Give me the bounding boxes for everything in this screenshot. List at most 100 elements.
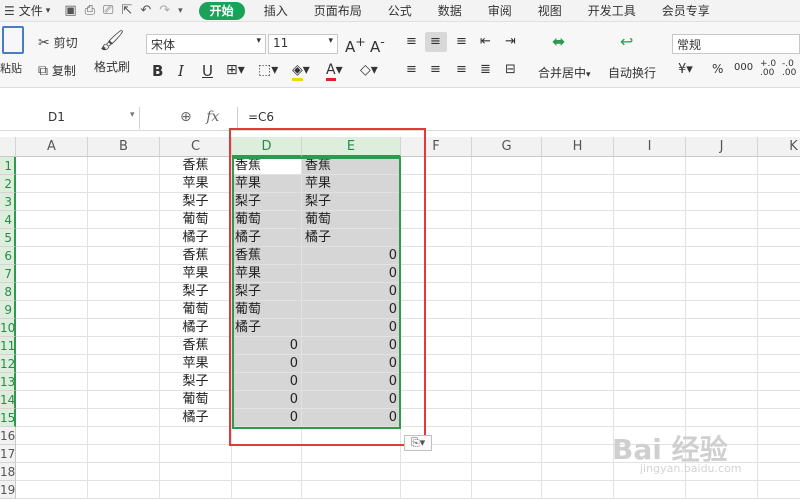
cell-e3[interactable]: 梨子: [302, 193, 401, 211]
column-header-d[interactable]: D: [232, 137, 302, 157]
cell-j2[interactable]: [686, 175, 758, 193]
cell-b14[interactable]: [88, 391, 160, 409]
cell-e5[interactable]: 橘子: [302, 229, 401, 247]
cell-k7[interactable]: [758, 265, 800, 283]
row-header[interactable]: 19: [0, 481, 16, 499]
row-header[interactable]: 10: [0, 319, 16, 337]
cell-i6[interactable]: [614, 247, 686, 265]
cell-g12[interactable]: [472, 355, 542, 373]
cell-b17[interactable]: [88, 445, 160, 463]
cell-j6[interactable]: [686, 247, 758, 265]
cell-e18[interactable]: [302, 463, 401, 481]
cell-j12[interactable]: [686, 355, 758, 373]
align-right-icon[interactable]: ≡: [456, 62, 467, 77]
cell-j8[interactable]: [686, 283, 758, 301]
cell-j3[interactable]: [686, 193, 758, 211]
cell-c17[interactable]: [160, 445, 232, 463]
cell-k8[interactable]: [758, 283, 800, 301]
justify-icon[interactable]: ≣: [480, 62, 491, 77]
cell-e13[interactable]: 0: [302, 373, 401, 391]
cell-a19[interactable]: [16, 481, 88, 499]
cell-e11[interactable]: 0: [302, 337, 401, 355]
cell-e16[interactable]: [302, 427, 401, 445]
cell-k3[interactable]: [758, 193, 800, 211]
cell-b7[interactable]: [88, 265, 160, 283]
cell-h5[interactable]: [542, 229, 614, 247]
cell-f9[interactable]: [401, 301, 472, 319]
cell-f8[interactable]: [401, 283, 472, 301]
cell-h16[interactable]: [542, 427, 614, 445]
align-left-icon[interactable]: ≡: [406, 62, 417, 77]
cell-a5[interactable]: [16, 229, 88, 247]
column-header-a[interactable]: A: [16, 137, 88, 157]
cell-h14[interactable]: [542, 391, 614, 409]
cell-a7[interactable]: [16, 265, 88, 283]
row-header[interactable]: 4: [0, 211, 16, 229]
cell-h1[interactable]: [542, 157, 614, 175]
cell-d4[interactable]: 葡萄: [232, 211, 302, 229]
cell-e4[interactable]: 葡萄: [302, 211, 401, 229]
cell-a17[interactable]: [16, 445, 88, 463]
cell-a12[interactable]: [16, 355, 88, 373]
formula-input[interactable]: =C6: [237, 107, 800, 129]
cell-f6[interactable]: [401, 247, 472, 265]
zoom-icon[interactable]: ⊕: [180, 109, 192, 125]
eraser-icon[interactable]: ◇▾: [360, 62, 378, 78]
cell-h19[interactable]: [542, 481, 614, 499]
row-header[interactable]: 16: [0, 427, 16, 445]
cell-a4[interactable]: [16, 211, 88, 229]
cell-b9[interactable]: [88, 301, 160, 319]
cell-h9[interactable]: [542, 301, 614, 319]
align-top-icon[interactable]: ≡: [406, 34, 417, 49]
cell-j19[interactable]: [686, 481, 758, 499]
currency-button[interactable]: ¥▾: [678, 62, 693, 77]
border-icon[interactable]: ⊞▾: [226, 62, 245, 78]
cell-d15[interactable]: 0: [232, 409, 302, 427]
cell-g13[interactable]: [472, 373, 542, 391]
cell-b15[interactable]: [88, 409, 160, 427]
cell-j15[interactable]: [686, 409, 758, 427]
cell-e7[interactable]: 0: [302, 265, 401, 283]
cell-c3[interactable]: 梨子: [160, 193, 232, 211]
font-name-select[interactable]: 宋体 ▾: [146, 34, 266, 54]
cell-g14[interactable]: [472, 391, 542, 409]
cell-k10[interactable]: [758, 319, 800, 337]
cell-g17[interactable]: [472, 445, 542, 463]
cell-h18[interactable]: [542, 463, 614, 481]
cell-f13[interactable]: [401, 373, 472, 391]
cell-b18[interactable]: [88, 463, 160, 481]
cell-c11[interactable]: 香蕉: [160, 337, 232, 355]
cell-i12[interactable]: [614, 355, 686, 373]
indent-icon[interactable]: ⇥: [505, 34, 516, 49]
cell-d18[interactable]: [232, 463, 302, 481]
cell-b19[interactable]: [88, 481, 160, 499]
decrease-decimal-button[interactable]: -.0 .00: [782, 60, 800, 78]
underline-icon[interactable]: U: [202, 62, 213, 80]
increase-decimal-button[interactable]: +.0 .00: [760, 60, 778, 78]
cell-k11[interactable]: [758, 337, 800, 355]
cell-k13[interactable]: [758, 373, 800, 391]
cell-a18[interactable]: [16, 463, 88, 481]
select-all-corner[interactable]: [0, 137, 16, 157]
cell-k15[interactable]: [758, 409, 800, 427]
tab-4[interactable]: 数据: [425, 0, 475, 22]
cell-d1[interactable]: 香蕉: [232, 157, 302, 175]
row-header[interactable]: 15: [0, 409, 16, 427]
redo-icon[interactable]: ↷: [159, 3, 170, 18]
cell-b13[interactable]: [88, 373, 160, 391]
cell-a9[interactable]: [16, 301, 88, 319]
tab-8[interactable]: 会员专享: [649, 0, 723, 22]
cell-k1[interactable]: [758, 157, 800, 175]
cell-c16[interactable]: [160, 427, 232, 445]
cell-h4[interactable]: [542, 211, 614, 229]
cell-j4[interactable]: [686, 211, 758, 229]
cell-h2[interactable]: [542, 175, 614, 193]
paste-button[interactable]: 粘贴: [0, 26, 30, 76]
row-header[interactable]: 12: [0, 355, 16, 373]
cell-a2[interactable]: [16, 175, 88, 193]
align-middle-icon[interactable]: ≡: [430, 34, 441, 49]
row-header[interactable]: 11: [0, 337, 16, 355]
outdent-icon[interactable]: ⇤: [480, 34, 491, 49]
cell-b6[interactable]: [88, 247, 160, 265]
cell-g5[interactable]: [472, 229, 542, 247]
